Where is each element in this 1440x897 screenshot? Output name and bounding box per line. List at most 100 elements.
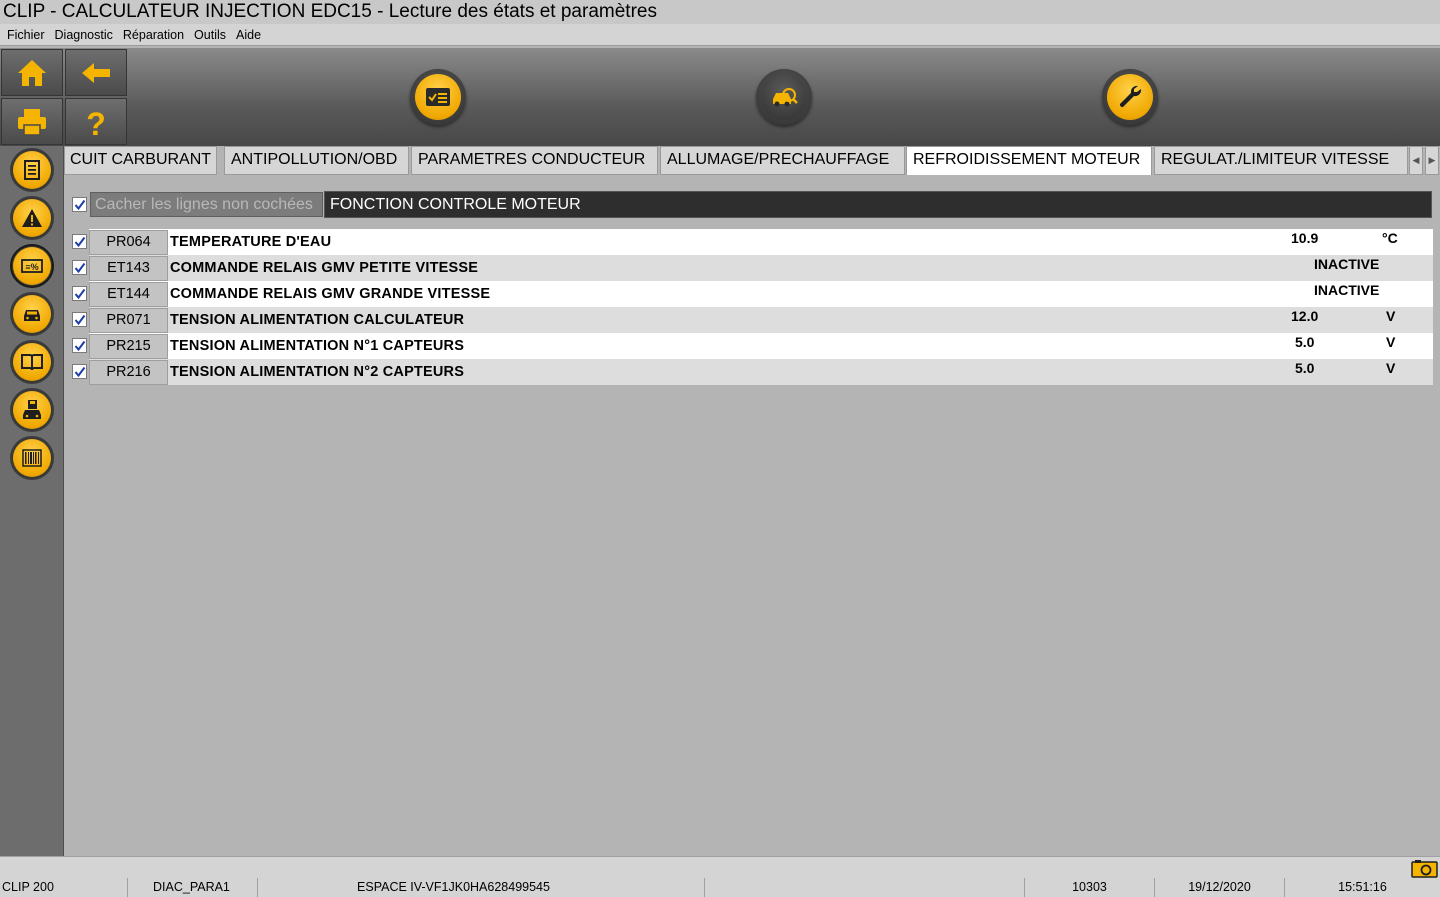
vehicle-save-icon (23, 400, 41, 419)
toolbar: ? (0, 48, 1440, 146)
parameter-value: 5.0 (1295, 360, 1315, 376)
repair-button[interactable] (1102, 69, 1158, 125)
parameter-label: TENSION ALIMENTATION N°1 CAPTEURS (170, 338, 465, 354)
parameter-label: TENSION ALIMENTATION CALCULATEUR (170, 312, 465, 328)
print-button[interactable] (1, 98, 63, 145)
sidebar-item-barcode[interactable] (10, 436, 54, 480)
checkmark-icon (74, 314, 85, 325)
parameter-unit: V (1386, 360, 1396, 376)
row-checkbox[interactable] (72, 286, 87, 301)
table-row: PR215 TENSION ALIMENTATION N°1 CAPTEURS … (89, 333, 1433, 359)
window-title: CLIP - CALCULATEUR INJECTION EDC15 - Lec… (0, 0, 1440, 24)
tab-antipollution-obd[interactable]: ANTIPOLLUTION/OBD (224, 146, 409, 175)
checkmark-icon (74, 236, 85, 247)
svg-text:≡%: ≡% (25, 262, 38, 272)
parameter-code-button[interactable]: PR064 (89, 230, 168, 255)
manual-icon (21, 354, 43, 371)
parameter-code-button[interactable]: ET144 (89, 282, 168, 307)
parameter-value: 12.0 (1291, 308, 1319, 324)
table-row: ET144 COMMANDE RELAIS GMV GRANDE VITESSE… (89, 281, 1433, 307)
parameter-code-button[interactable]: PR215 (89, 334, 168, 359)
menu-reparation[interactable]: Réparation (123, 24, 184, 45)
parameter-code-button[interactable]: PR216 (89, 360, 168, 385)
home-button[interactable] (1, 49, 63, 96)
help-icon: ? (86, 106, 106, 139)
table-row: ET143 COMMANDE RELAIS GMV PETITE VITESSE… (89, 255, 1433, 281)
parameters-icon: ≡% (21, 259, 43, 273)
status-bar: CLIP 200 DIAC_PARA1 ESPACE IV-VF1JK0HA62… (0, 878, 1440, 897)
hide-unchecked-checkbox[interactable] (72, 197, 87, 212)
tab-scroll-left-icon[interactable]: ◀ (1409, 146, 1423, 175)
parameter-label: TEMPERATURE D'EAU (170, 234, 332, 250)
sidebar-item-manual[interactable] (10, 340, 54, 384)
status-screen: DIAC_PARA1 (128, 878, 258, 897)
back-button[interactable] (65, 49, 127, 96)
row-checkbox[interactable] (72, 338, 87, 353)
tab-parametres-conducteur[interactable]: PARAMETRES CONDUCTEUR (411, 146, 658, 175)
checkmark-icon (74, 366, 85, 377)
table-row: PR216 TENSION ALIMENTATION N°2 CAPTEURS … (89, 359, 1433, 385)
parameter-unit: V (1386, 308, 1396, 324)
checklist-icon (426, 88, 450, 106)
parameter-value: INACTIVE (1314, 282, 1380, 298)
status-product: CLIP 200 (0, 878, 128, 897)
row-checkbox[interactable] (72, 260, 87, 275)
camera-icon[interactable] (1411, 859, 1438, 878)
parameter-unit: °C (1382, 230, 1398, 246)
sidebar: ≡% (0, 146, 64, 856)
menu-outils[interactable]: Outils (194, 24, 226, 45)
home-icon (18, 59, 46, 86)
checklist-button[interactable] (410, 69, 466, 125)
menu-aide[interactable]: Aide (236, 24, 261, 45)
barcode-icon (22, 449, 42, 467)
sidebar-item-parameters[interactable]: ≡% (10, 244, 54, 288)
parameter-unit: V (1386, 334, 1396, 350)
parameter-value: 5.0 (1295, 334, 1315, 350)
row-checkbox[interactable] (72, 364, 87, 379)
vehicle-diagnostic-button[interactable] (756, 69, 812, 125)
sidebar-item-report[interactable] (10, 148, 54, 192)
hide-unchecked-button[interactable]: Cacher les lignes non cochées (90, 192, 323, 217)
report-icon (24, 160, 40, 180)
status-vehicle: ESPACE IV-VF1JK0HA628499545 (258, 878, 705, 897)
parameter-value: 10.9 (1291, 230, 1319, 246)
tab-circuit-carburant[interactable]: CUIT CARBURANT (64, 146, 217, 175)
function-header: FONCTION CONTROLE MOTEUR (324, 191, 1432, 218)
checkmark-icon (74, 340, 85, 351)
checkmark-icon (74, 288, 85, 299)
checkmark-icon (74, 262, 85, 273)
sidebar-item-vehicle-save[interactable] (10, 388, 54, 432)
tab-allumage-prechauffage[interactable]: ALLUMAGE/PRECHAUFFAGE (660, 146, 905, 175)
svg-text:?: ? (86, 106, 106, 139)
menu-diagnostic[interactable]: Diagnostic (55, 24, 113, 45)
menu-bar: Fichier Diagnostic Réparation Outils Aid… (0, 24, 1440, 46)
row-checkbox[interactable] (72, 234, 87, 249)
parameter-code-button[interactable]: ET143 (89, 256, 168, 281)
tab-bar: CUIT CARBURANT ANTIPOLLUTION/OBD PARAMET… (64, 146, 1440, 176)
sidebar-item-vehicle[interactable] (10, 292, 54, 336)
parameter-value: INACTIVE (1314, 256, 1380, 272)
sidebar-item-faults[interactable] (10, 196, 54, 240)
status-date: 19/12/2020 (1155, 878, 1285, 897)
status-time: 15:51:16 (1338, 880, 1387, 894)
help-button[interactable]: ? (65, 98, 127, 145)
tab-refroidissement-moteur[interactable]: REFROIDISSEMENT MOTEUR (906, 146, 1152, 176)
row-checkbox[interactable] (72, 312, 87, 327)
vehicle-icon (24, 310, 40, 321)
table-row: PR071 TENSION ALIMENTATION CALCULATEUR 1… (89, 307, 1433, 333)
parameter-label: COMMANDE RELAIS GMV PETITE VITESSE (170, 260, 479, 276)
parameter-label: COMMANDE RELAIS GMV GRANDE VITESSE (170, 286, 491, 302)
tab-scroll-right-icon[interactable]: ▶ (1425, 146, 1439, 175)
table-row: PR064 TEMPERATURE D'EAU 10.9 °C (89, 229, 1433, 255)
tab-regulat-limiteur-vitesse[interactable]: REGULAT./LIMITEUR VITESSE (1154, 146, 1408, 175)
back-arrow-icon (82, 62, 110, 83)
vehicle-diagnostic-icon (773, 88, 798, 107)
status-empty (705, 878, 1025, 897)
status-toolbar (0, 856, 1440, 878)
parameter-code-button[interactable]: PR071 (89, 308, 168, 333)
parameters-panel: Cacher les lignes non cochées FONCTION C… (64, 175, 1440, 856)
wrench-icon (1119, 85, 1142, 108)
status-code: 10303 (1025, 878, 1155, 897)
checkmark-icon (74, 199, 85, 210)
menu-fichier[interactable]: Fichier (7, 24, 45, 45)
